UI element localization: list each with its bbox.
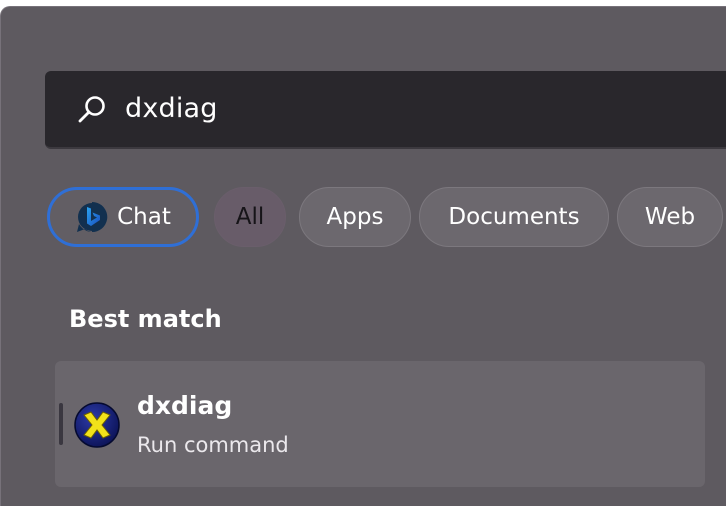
bing-chat-icon [77,201,108,232]
result-subtitle: Run command [137,433,289,457]
filter-documents-button[interactable]: Documents [419,187,609,247]
filter-all-label: All [235,204,265,230]
filter-apps-button[interactable]: Apps [299,187,411,247]
search-icon [78,96,105,123]
result-title: dxdiag [137,391,233,420]
filter-chat-button[interactable]: Chat [47,187,199,247]
search-query[interactable]: dxdiag [125,91,218,127]
filter-web-button[interactable]: Web [617,187,723,247]
directx-icon [74,402,120,448]
selection-indicator [59,403,63,445]
start-search-panel: dxdiag Chat All Apps Documents Web Best … [0,6,726,506]
filter-chat-label: Chat [117,204,171,230]
best-match-result[interactable]: dxdiag Run command [55,361,705,487]
search-input[interactable]: dxdiag [45,71,726,149]
filter-apps-label: Apps [326,204,384,230]
filter-web-label: Web [644,204,696,230]
filter-documents-label: Documents [448,204,580,230]
best-match-heading: Best match [69,305,222,333]
filter-all-button[interactable]: All [214,187,286,247]
